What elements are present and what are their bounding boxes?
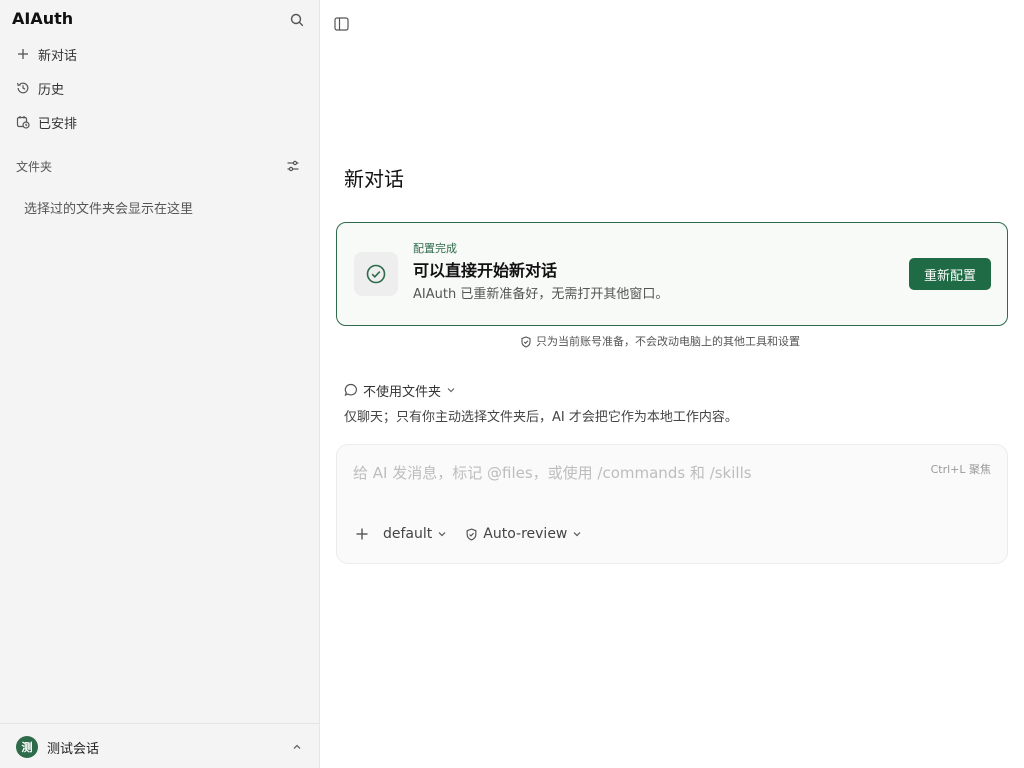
review-mode-label: Auto-review xyxy=(483,526,568,542)
shield-check-icon xyxy=(465,527,478,541)
chevron-down-icon xyxy=(446,385,456,395)
model-dropdown[interactable]: default xyxy=(383,526,447,542)
calendar-clock-icon xyxy=(12,111,34,133)
sidebar-item-history[interactable]: 历史 xyxy=(12,75,308,101)
user-name: 测试会话 xyxy=(47,741,100,757)
sliders-icon xyxy=(287,160,299,172)
chevron-up-icon xyxy=(289,739,305,755)
sidebar-footer: 测 测试会话 xyxy=(0,723,319,768)
attach-button[interactable] xyxy=(351,523,373,545)
sidebar-item-label: 历史 xyxy=(38,82,65,98)
search-button[interactable] xyxy=(287,10,307,30)
setup-complete-card: 配置完成 可以直接开始新对话 AIAuth 已重新准备好，无需打开其他窗口。 重… xyxy=(336,222,1008,326)
folders-empty-text: 选择过的文件夹会显示在这里 xyxy=(24,202,194,217)
sidebar-item-scheduled[interactable]: 已安排 xyxy=(12,109,308,135)
status-description: AIAuth 已重新准备好，无需打开其他窗口。 xyxy=(413,287,669,302)
review-mode-dropdown[interactable]: Auto-review xyxy=(465,526,582,542)
chat-bubble-icon xyxy=(344,383,358,397)
folder-hint: 仅聊天；只有你主动选择文件夹后，AI 才会把它作为本地工作内容。 xyxy=(344,410,738,425)
chevron-down-icon xyxy=(437,529,447,539)
focus-shortcut-hint: Ctrl+L 聚焦 xyxy=(930,463,991,476)
search-icon xyxy=(290,13,304,27)
folder-select-dropdown[interactable]: 不使用文件夹 xyxy=(344,380,456,400)
shield-check-icon xyxy=(520,336,532,348)
sidebar-item-new-chat[interactable]: 新对话 xyxy=(12,41,308,67)
composer-toolbar: default Auto-review xyxy=(351,523,600,545)
sidebar-toggle-icon xyxy=(333,17,349,31)
app-window: AIAuth 新对话 历史 已安排 文件夹 选择过的文件夹会显示在这里 测 测试… xyxy=(0,0,1024,768)
sidebar-item-label: 已安排 xyxy=(38,116,78,132)
status-eyebrow: 配置完成 xyxy=(413,242,457,255)
folder-filter-button[interactable] xyxy=(284,157,302,175)
plus-icon xyxy=(356,528,368,540)
reconfigure-button[interactable]: 重新配置 xyxy=(909,258,991,290)
message-composer: Ctrl+L 聚焦 default A xyxy=(336,444,1008,564)
check-circle-icon xyxy=(366,264,386,284)
app-title: AIAuth xyxy=(12,9,74,28)
message-input[interactable] xyxy=(351,459,911,487)
check-tile xyxy=(354,252,398,296)
folder-select-label: 不使用文件夹 xyxy=(363,384,442,400)
main-panel: 新对话 配置完成 可以直接开始新对话 AIAuth 已重新准备好，无需打开其他窗… xyxy=(320,0,1024,768)
status-title: 可以直接开始新对话 xyxy=(413,261,558,280)
chevron-down-icon xyxy=(572,529,582,539)
avatar: 测 xyxy=(16,736,38,758)
sidebar: AIAuth 新对话 历史 已安排 文件夹 选择过的文件夹会显示在这里 测 测试… xyxy=(0,0,320,768)
privacy-note: 只为当前账号准备，不会改动电脑上的其他工具和设置 xyxy=(520,334,800,350)
plus-icon xyxy=(12,43,34,65)
model-label: default xyxy=(383,526,433,542)
user-menu[interactable]: 测 测试会话 xyxy=(16,735,306,759)
sidebar-toggle-button[interactable] xyxy=(332,15,350,33)
history-icon xyxy=(12,77,34,99)
sidebar-item-label: 新对话 xyxy=(38,48,78,64)
page-title: 新对话 xyxy=(344,167,404,191)
folders-section-label: 文件夹 xyxy=(16,160,53,174)
privacy-note-text: 只为当前账号准备，不会改动电脑上的其他工具和设置 xyxy=(536,335,800,348)
